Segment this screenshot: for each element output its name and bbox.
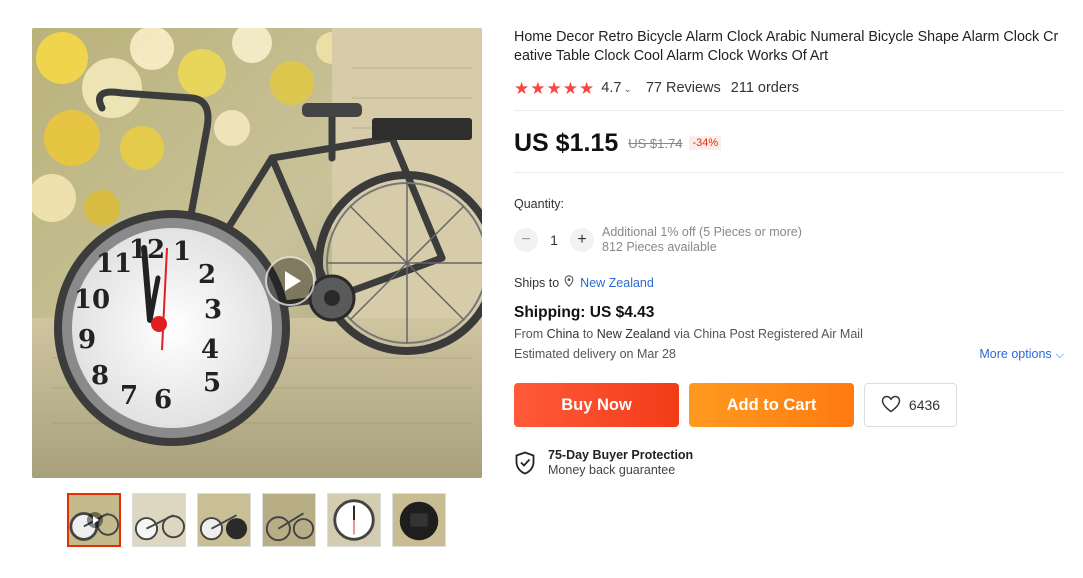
ships-to-country-link[interactable]: New Zealand [580,276,654,290]
thumbnail-image[interactable] [132,493,186,547]
svg-text:5: 5 [203,368,221,398]
product-photo: 12 11 10 9 8 7 6 5 4 3 2 1 [32,28,482,478]
heart-icon [881,395,901,416]
buy-now-button[interactable]: Buy Now [514,383,679,427]
product-title: Home Decor Retro Bicycle Alarm Clock Ara… [514,29,1059,64]
more-options-link[interactable]: More options ⌵ [979,347,1064,362]
rating-value[interactable]: 4.7 ⌄ [601,80,632,96]
divider [514,110,1064,111]
star-icon: ★ [530,78,546,98]
stock-available: 812 Pieces available [602,240,717,254]
quantity-stepper: − 1 + Additional 1% off (5 Pieces or mor… [514,225,1064,255]
svg-text:6: 6 [154,385,172,415]
price-row: US $1.15 US $1.74 -34% [514,128,1064,158]
svg-text:11: 11 [96,249,132,279]
wishlist-count: 6436 [908,397,941,413]
play-video-button[interactable] [265,256,315,306]
svg-text:10: 10 [74,285,110,315]
svg-text:1: 1 [173,237,191,267]
origin-country: China [546,327,580,341]
svg-text:4: 4 [201,335,219,365]
rating-row: ★ ★ ★ ★ ★ 4.7 ⌄ 77 Reviews 211 orders [514,78,1064,98]
quantity-input[interactable]: 1 [538,232,570,248]
estimated-delivery: Estimated delivery on Mar 28 [514,347,676,361]
chevron-down-icon: ⌵ [1055,349,1064,361]
thumbnail-image[interactable] [327,493,381,547]
play-icon [87,512,103,528]
chevron-down-icon: ⌄ [623,84,632,95]
star-rating: ★ ★ ★ ★ ★ [514,80,594,97]
current-price: US $1.15 [514,128,619,157]
protection-title: 75-Day Buyer Protection [548,448,694,462]
thumbnail-image[interactable] [392,493,446,547]
discount-badge: -34% [689,136,722,150]
action-buttons: Buy Now Add to Cart 6436 [514,383,1064,427]
shipping-method: via China Post Registered Air Mail [673,327,863,341]
shipping-route: From China to New Zealand via China Post… [514,327,863,341]
divider [514,172,1064,173]
star-icon: ★ [562,78,578,98]
reviews-link[interactable]: 77 Reviews [646,80,721,96]
play-icon [284,271,301,291]
quantity-note: Additional 1% off (5 Pieces or more) 812… [602,225,802,255]
add-to-cart-button[interactable]: Add to Cart [689,383,854,427]
thumbnail-image[interactable] [197,493,251,547]
thumbnail-video[interactable] [67,493,121,547]
star-icon: ★ [579,78,595,98]
star-icon: ★ [514,78,530,98]
ships-to-label: Ships to [514,275,560,290]
orders-count: 211 orders [730,80,800,96]
shipping-cost: Shipping: US $4.43 [514,304,655,321]
buyer-protection: 75-Day Buyer Protection Money back guara… [514,448,1064,480]
main-product-image[interactable]: 12 11 10 9 8 7 6 5 4 3 2 1 [32,28,482,478]
ships-to-row: Ships to New Zealand [514,275,1064,290]
thumbnail-image[interactable] [262,493,316,547]
star-icon: ★ [546,78,562,98]
quantity-increase-button[interactable]: + [570,228,594,252]
svg-text:9: 9 [78,325,96,355]
quantity-decrease-button[interactable]: − [514,228,538,252]
svg-text:3: 3 [204,295,222,325]
shield-check-icon [514,451,536,480]
delivery-row: Estimated delivery on Mar 28 More option… [514,347,1064,362]
original-price: US $1.74 [628,135,683,151]
svg-text:8: 8 [91,361,109,391]
svg-text:2: 2 [198,260,216,290]
location-pin-icon [564,275,574,290]
svg-text:7: 7 [120,381,138,411]
wishlist-button[interactable]: 6436 [864,383,957,427]
product-info: Home Decor Retro Bicycle Alarm Clock Ara… [514,28,1064,480]
thumbnail-strip [67,493,446,547]
destination-country: New Zealand [596,327,671,341]
quantity-label: Quantity: [514,197,565,211]
protection-subtitle: Money back guarantee [548,463,676,477]
bulk-discount-note: Additional 1% off (5 Pieces or more) [602,225,802,239]
